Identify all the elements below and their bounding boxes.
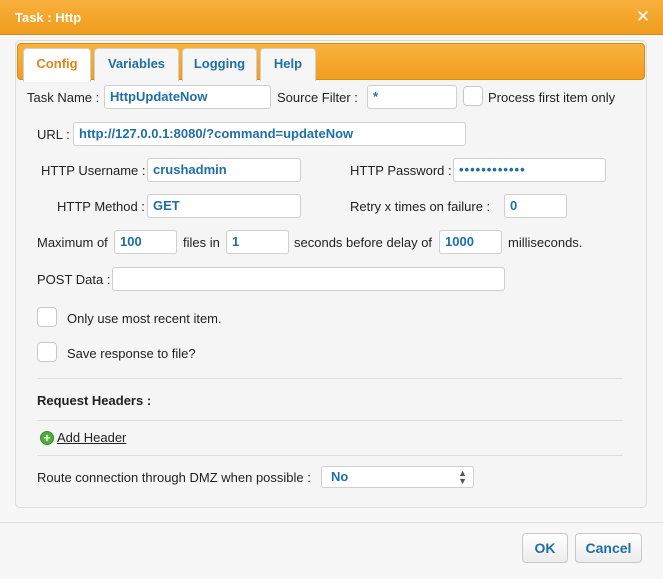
post-data-input[interactable] (112, 267, 505, 291)
tab-help[interactable]: Help (260, 48, 316, 81)
tab-config[interactable]: Config (23, 48, 91, 82)
seconds-label: seconds before delay of (294, 235, 433, 250)
footer-divider (0, 522, 663, 523)
add-icon[interactable]: + (40, 431, 54, 445)
process-first-label: Process first item only (488, 90, 616, 105)
url-label: URL : (37, 127, 70, 142)
delay-input[interactable]: 1000 (439, 230, 502, 254)
recent-item-label: Only use most recent item. (67, 311, 222, 326)
add-header-link[interactable]: Add Header (57, 430, 126, 445)
recent-item-checkbox[interactable] (37, 307, 57, 327)
max-files-input[interactable]: 100 (114, 230, 177, 254)
dmz-select[interactable]: No ▲ ▼ (321, 466, 474, 488)
username-label: HTTP Username : (41, 163, 146, 178)
cancel-button[interactable]: Cancel (575, 533, 642, 563)
close-icon[interactable]: ✕ (635, 7, 651, 27)
retry-input[interactable]: 0 (504, 194, 567, 218)
tab-logging[interactable]: Logging (182, 48, 257, 81)
save-response-label: Save response to file? (67, 346, 196, 361)
task-name-label: Task Name : (27, 90, 100, 105)
divider (37, 420, 623, 421)
post-data-label: POST Data : (37, 272, 111, 287)
dmz-label: Route connection through DMZ when possib… (37, 470, 311, 485)
select-arrows-icon: ▲ ▼ (458, 468, 467, 486)
source-filter-label: Source Filter : (277, 90, 358, 105)
ok-button[interactable]: OK (522, 533, 568, 563)
password-input[interactable]: •••••••••••• (453, 158, 606, 182)
username-input[interactable]: crushadmin (147, 158, 301, 182)
url-input[interactable]: http://127.0.0.1:8080/?command=updateNow (73, 122, 466, 146)
divider (37, 455, 623, 456)
method-label: HTTP Method : (57, 199, 145, 214)
tab-bar: Config Variables Logging Help (17, 43, 645, 82)
request-headers-label: Request Headers : (37, 393, 152, 408)
max-label: Maximum of (37, 235, 108, 250)
source-filter-input[interactable]: * (367, 85, 457, 109)
dmz-select-value: No (331, 469, 349, 484)
dialog-title-bar: Task : Http ✕ (0, 0, 663, 35)
dialog-title: Task : Http (15, 10, 82, 25)
divider (37, 378, 623, 379)
save-response-checkbox[interactable] (37, 342, 57, 362)
tab-variables[interactable]: Variables (94, 48, 179, 81)
process-first-checkbox[interactable] (463, 86, 483, 106)
files-in-label: files in (183, 235, 220, 250)
seconds-input[interactable]: 1 (226, 230, 289, 254)
password-label: HTTP Password : (350, 163, 452, 178)
task-name-input[interactable]: HttpUpdateNow (104, 85, 271, 109)
milliseconds-label: milliseconds. (508, 235, 583, 250)
method-input[interactable]: GET (147, 194, 301, 218)
retry-label: Retry x times on failure : (350, 199, 491, 214)
